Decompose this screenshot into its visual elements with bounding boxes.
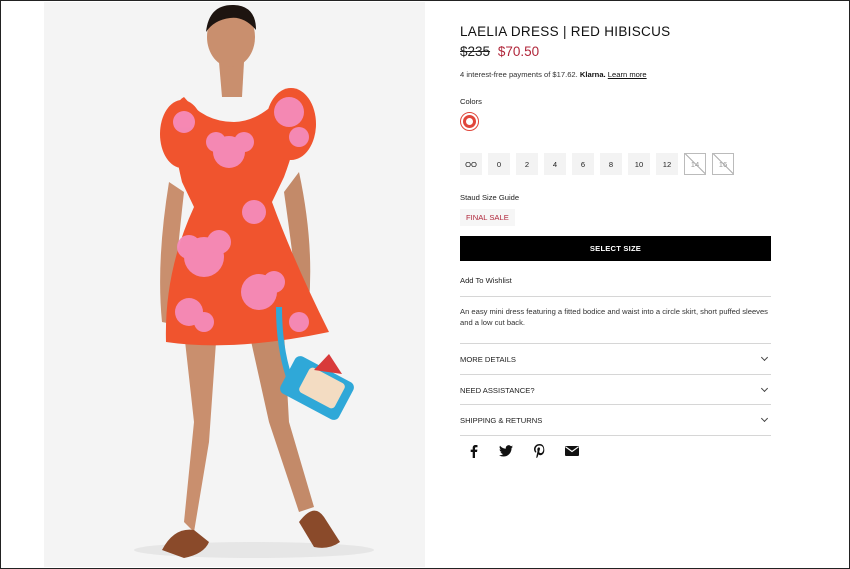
size-option[interactable]: OO [460,153,482,175]
social-share [466,444,579,458]
email-icon[interactable] [565,444,579,458]
facebook-icon[interactable] [466,444,480,458]
pinterest-icon[interactable] [532,444,546,458]
accordion-label: NEED ASSISTANCE? [460,385,535,395]
add-to-wishlist-link[interactable]: Add To Wishlist [460,276,512,285]
sale-price: $70.50 [497,44,540,59]
klarna-logo: Klarna. [579,70,606,79]
twitter-icon[interactable] [499,444,513,458]
size-option-unavailable[interactable]: 14 [684,153,706,175]
final-sale-badge: FINAL SALE [460,209,515,226]
size-option[interactable]: 12 [656,153,678,175]
chevron-down-icon [760,353,769,362]
price-row: $235 $70.50 [460,44,539,59]
divider [460,435,771,436]
chevron-down-icon [760,384,769,393]
color-swatch-red-hibiscus[interactable] [460,112,479,131]
product-title: LAELIA DRESS | RED HIBISCUS [460,24,671,39]
size-option[interactable]: 4 [544,153,566,175]
klarna-installments: 4 interest-free payments of $17.62. Klar… [460,70,647,79]
chevron-down-icon [760,414,769,423]
accordion-shipping-returns[interactable]: SHIPPING & RETURNS [460,405,771,435]
size-option[interactable]: 10 [628,153,650,175]
size-option[interactable]: 0 [488,153,510,175]
accordion-label: MORE DETAILS [460,354,516,364]
original-price: $235 [460,44,491,59]
colors-label: Colors [460,97,482,106]
accordion-more-details[interactable]: MORE DETAILS [460,344,771,374]
swatch-fill [463,115,476,128]
size-option[interactable]: 6 [572,153,594,175]
installments-text: 4 interest-free payments of $17.62. [460,70,578,79]
accordion-label: SHIPPING & RETURNS [460,415,543,425]
select-size-button[interactable]: SELECT SIZE [460,236,771,261]
accordion-need-assistance[interactable]: NEED ASSISTANCE? [460,375,771,405]
product-description: An easy mini dress featuring a fitted bo… [460,307,768,327]
size-option-unavailable[interactable]: 16 [712,153,734,175]
size-option[interactable]: 8 [600,153,622,175]
learn-more-link[interactable]: Learn more [608,70,647,79]
divider [460,296,771,297]
size-option[interactable]: 2 [516,153,538,175]
product-image[interactable] [44,2,425,567]
size-guide-link[interactable]: Staud Size Guide [460,193,519,202]
size-selector: OO 0 2 4 6 8 10 12 14 16 [460,153,734,175]
